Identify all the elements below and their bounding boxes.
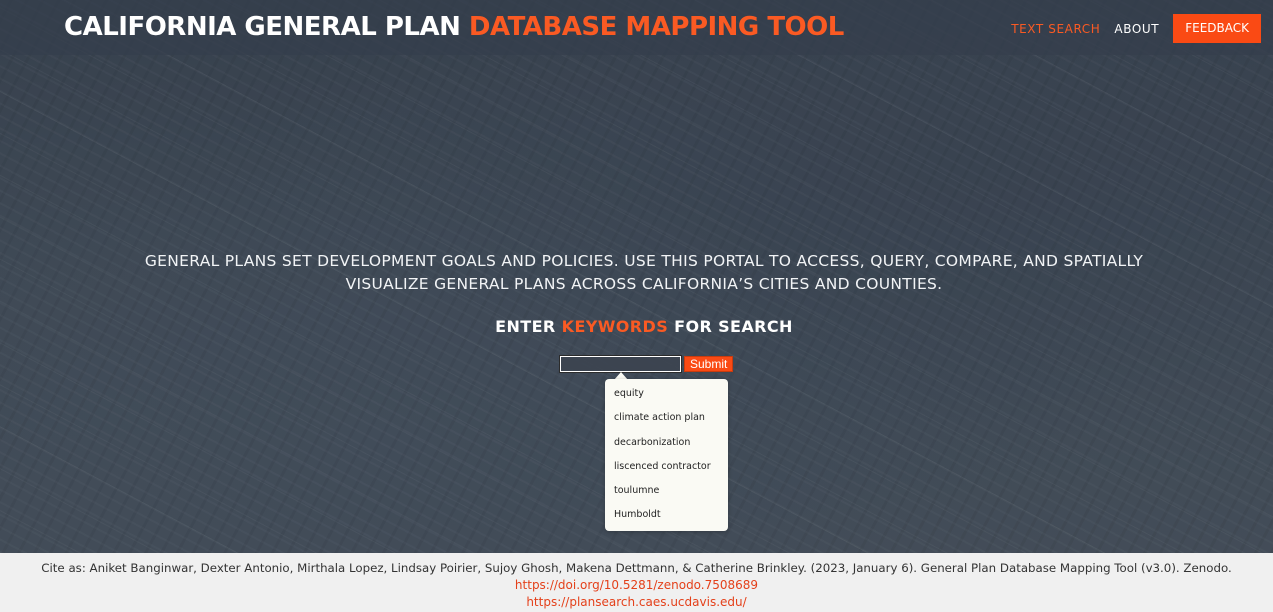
suggestion-item[interactable]: toulumne [605,479,728,503]
site-title-accent: DATABASE MAPPING TOOL [468,12,844,42]
nav-text-search-link[interactable]: TEXT SEARCH [1011,22,1100,36]
search-heading-pre: ENTER [495,317,562,336]
suggestion-item[interactable]: equity [605,382,728,406]
hero-content: GENERAL PLANS SET DEVELOPMENT GOALS AND … [0,0,1273,553]
top-navbar: CALIFORNIA GENERAL PLAN DATABASE MAPPING… [0,0,1273,55]
suggestion-item[interactable]: climate action plan [605,406,728,430]
page: CALIFORNIA GENERAL PLAN DATABASE MAPPING… [0,0,1273,612]
submit-button[interactable]: Submit [684,356,734,372]
suggestion-item[interactable]: liscenced contractor [605,455,728,479]
search-heading-accent: KEYWORDS [561,317,669,336]
feedback-button[interactable]: FEEDBACK [1173,14,1261,43]
intro-text: GENERAL PLANS SET DEVELOPMENT GOALS AND … [144,252,1144,293]
footer: Cite as: Aniket Banginwar, Dexter Antoni… [0,553,1273,612]
search-heading-post: FOR SEARCH [668,317,793,336]
nav-links: TEXT SEARCH ABOUT FEEDBACK [1011,14,1261,43]
keyword-suggestions-dropdown: equity climate action plan decarbonizati… [605,379,728,531]
site-title-primary: CALIFORNIA GENERAL PLAN [64,12,461,42]
suggestion-item[interactable]: Humboldt [605,503,728,527]
search-heading: ENTER KEYWORDS FOR SEARCH [0,316,1273,338]
site-title[interactable]: CALIFORNIA GENERAL PLAN DATABASE MAPPING… [64,10,844,44]
keyword-search-input[interactable] [559,355,682,373]
nav-about-link[interactable]: ABOUT [1114,22,1159,36]
site-link[interactable]: https://plansearch.caes.ucdavis.edu/ [0,594,1273,611]
doi-link[interactable]: https://doi.org/10.5281/zenodo.7508689 [0,577,1273,594]
search-form: Submit [559,355,734,373]
citation-text: Cite as: Aniket Banginwar, Dexter Antoni… [41,561,1232,575]
suggestion-item[interactable]: decarbonization [605,431,728,455]
